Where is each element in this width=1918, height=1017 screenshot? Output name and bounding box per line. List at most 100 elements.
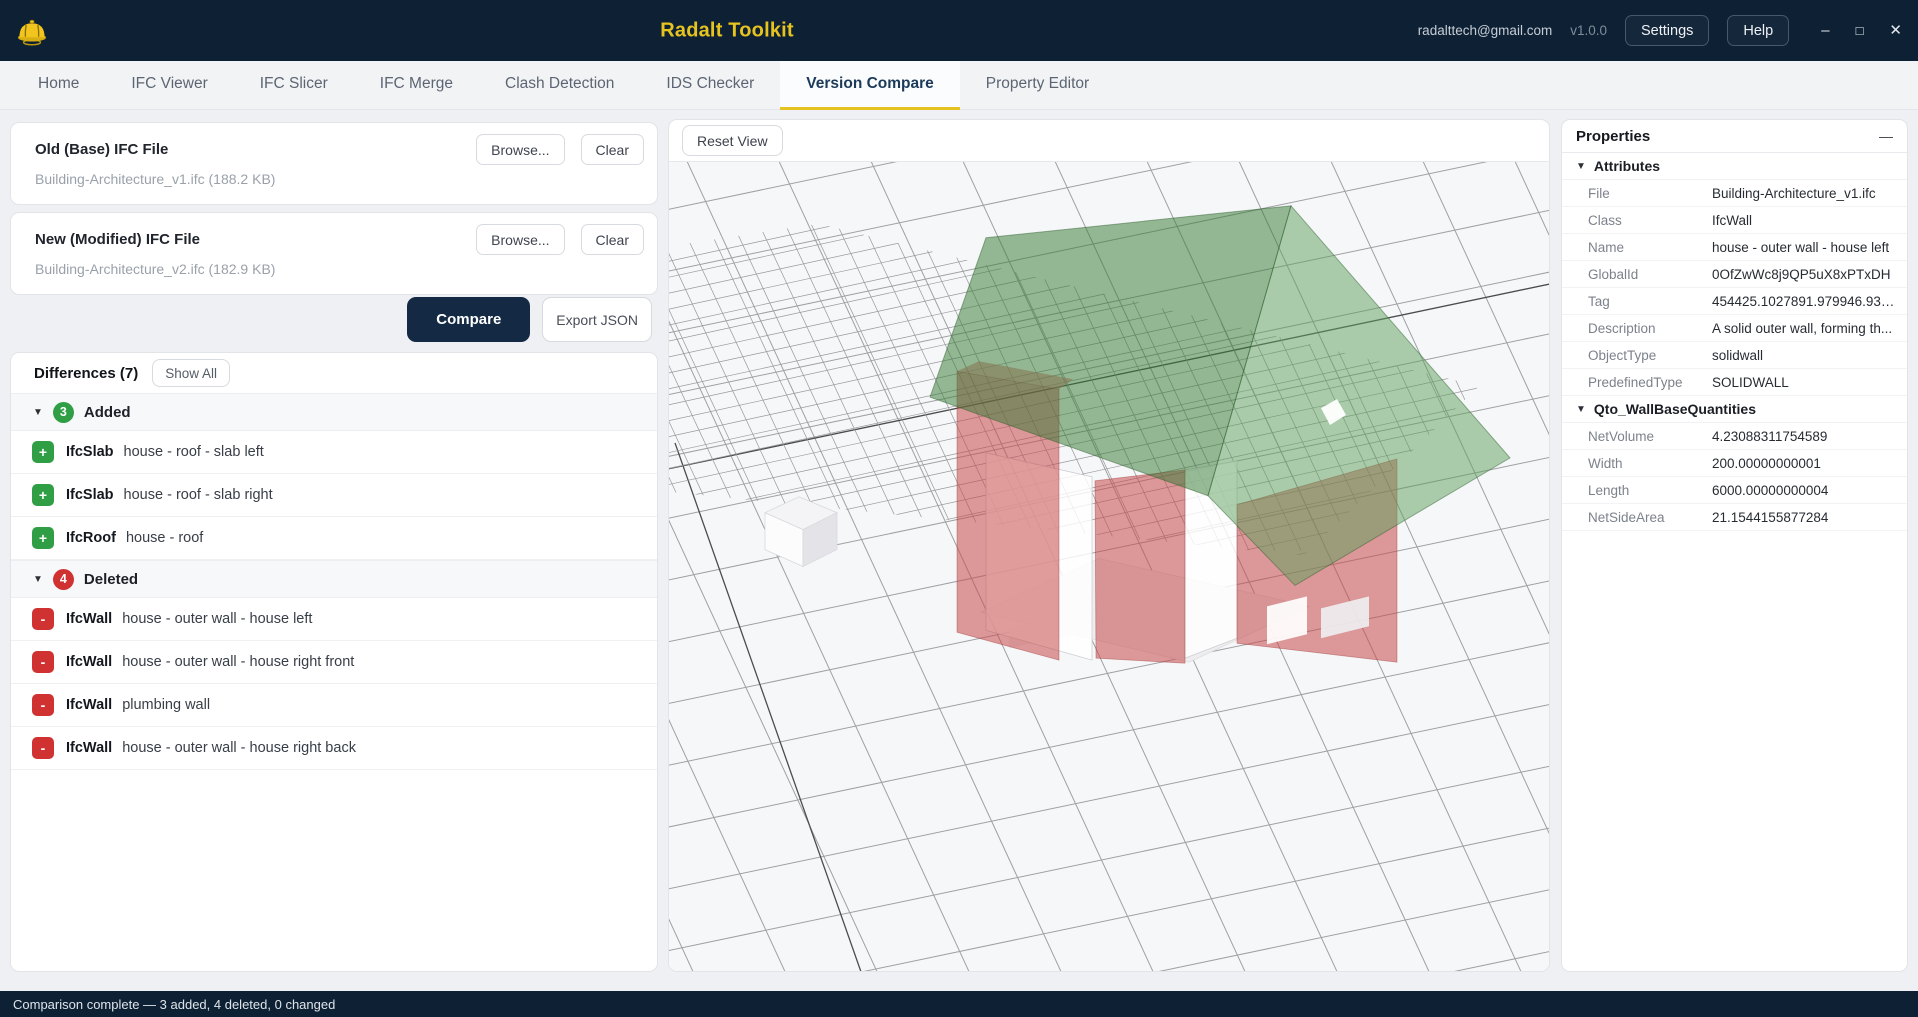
prop-value: SOLIDWALL — [1712, 375, 1907, 390]
differences-card: Differences (7) Show All ▼ 3 Added + Ifc… — [10, 352, 658, 972]
export-json-button[interactable]: Export JSON — [542, 297, 652, 342]
app-version: v1.0.0 — [1570, 23, 1607, 38]
account-email: radalttech@gmail.com — [1418, 23, 1553, 38]
prop-label: Name — [1562, 240, 1712, 255]
prop-label: NetVolume — [1562, 429, 1712, 444]
app-logo — [14, 9, 52, 53]
diff-item-class: IfcWall — [66, 611, 112, 627]
prop-value: IfcWall — [1712, 213, 1907, 228]
prop-label: Width — [1562, 456, 1712, 471]
minus-icon: - — [32, 608, 54, 630]
attributes-section-title: Attributes — [1594, 158, 1660, 174]
differences-title: Differences (7) — [34, 365, 138, 382]
reset-view-button[interactable]: Reset View — [682, 125, 783, 156]
old-clear-button[interactable]: Clear — [581, 134, 644, 165]
new-file-card: New (Modified) IFC File Building-Archite… — [10, 212, 658, 295]
prop-value: house - outer wall - house left — [1712, 240, 1907, 255]
diff-item-name: house - outer wall - house left — [122, 611, 312, 627]
deleted-group-header[interactable]: ▼ 4 Deleted — [11, 560, 657, 598]
diff-item-class: IfcRoof — [66, 530, 116, 546]
compare-actions: Compare Export JSON — [407, 297, 652, 342]
app-title: Radalt Toolkit — [660, 19, 794, 42]
diff-item-deleted-1[interactable]: - IfcWall house - outer wall - house rig… — [11, 641, 657, 684]
chevron-down-icon: ▼ — [33, 407, 43, 418]
diff-item-added-2[interactable]: + IfcRoof house - roof — [11, 517, 657, 560]
old-file-card: Old (Base) IFC File Building-Architectur… — [10, 122, 658, 205]
prop-label: PredefinedType — [1562, 375, 1712, 390]
prop-row-netvolume: NetVolume 4.23088311754589 — [1562, 423, 1907, 450]
window-maximize-icon[interactable]: □ — [1856, 24, 1864, 37]
diff-item-name: house - outer wall - house right front — [122, 654, 354, 670]
chevron-down-icon: ▼ — [1576, 404, 1586, 415]
added-group-label: Added — [84, 404, 131, 421]
app-header: Radalt Toolkit radalttech@gmail.com v1.0… — [0, 0, 1918, 61]
tab-ids-checker[interactable]: IDS Checker — [640, 61, 780, 110]
attributes-section-header[interactable]: ▼ Attributes — [1562, 153, 1907, 180]
new-browse-button[interactable]: Browse... — [476, 224, 564, 255]
prop-label: Description — [1562, 321, 1712, 336]
prop-label: GlobalId — [1562, 267, 1712, 282]
tab-home[interactable]: Home — [12, 61, 105, 110]
prop-row-description: Description A solid outer wall, forming … — [1562, 315, 1907, 342]
diff-item-name: house - outer wall - house right back — [122, 740, 356, 756]
collapse-panel-icon[interactable]: — — [1879, 128, 1893, 144]
small-cube — [765, 497, 837, 567]
window-minimize-icon[interactable]: – — [1821, 23, 1829, 38]
status-message: Comparison complete — 3 added, 4 deleted… — [13, 997, 335, 1012]
prop-value: Building-Architecture_v1.ifc — [1712, 186, 1907, 201]
prop-row-name: Name house - outer wall - house left — [1562, 234, 1907, 261]
quantities-section-header[interactable]: ▼ Qto_WallBaseQuantities — [1562, 396, 1907, 423]
diff-item-added-1[interactable]: + IfcSlab house - roof - slab right — [11, 474, 657, 517]
old-browse-button[interactable]: Browse... — [476, 134, 564, 165]
house-model — [669, 162, 1549, 971]
new-clear-button[interactable]: Clear — [581, 224, 644, 255]
quantities-section-title: Qto_WallBaseQuantities — [1594, 401, 1756, 417]
prop-value: solidwall — [1712, 348, 1907, 363]
tab-property-editor[interactable]: Property Editor — [960, 61, 1115, 110]
prop-label: File — [1562, 186, 1712, 201]
deleted-wall-mid — [1095, 470, 1185, 663]
compare-button[interactable]: Compare — [407, 297, 530, 342]
prop-row-objecttype: ObjectType solidwall — [1562, 342, 1907, 369]
settings-button[interactable]: Settings — [1625, 15, 1709, 46]
prop-label: NetSideArea — [1562, 510, 1712, 525]
chevron-down-icon: ▼ — [1576, 161, 1586, 172]
properties-title: Properties — [1576, 128, 1650, 145]
diff-item-deleted-2[interactable]: - IfcWall plumbing wall — [11, 684, 657, 727]
prop-row-file: File Building-Architecture_v1.ifc — [1562, 180, 1907, 207]
tab-ifc-slicer[interactable]: IFC Slicer — [234, 61, 354, 110]
prop-row-netsidearea: NetSideArea 21.1544155877284 — [1562, 504, 1907, 531]
prop-row-width: Width 200.00000000001 — [1562, 450, 1907, 477]
prop-value: 4.23088311754589 — [1712, 429, 1907, 444]
prop-row-globalid: GlobalId 0OfZwWc8j9QP5uX8xPTxDH — [1562, 261, 1907, 288]
hard-hat-icon — [14, 13, 50, 49]
prop-label: Class — [1562, 213, 1712, 228]
tab-ifc-merge[interactable]: IFC Merge — [354, 61, 479, 110]
diff-item-added-0[interactable]: + IfcSlab house - roof - slab left — [11, 431, 657, 474]
prop-value: 454425.1027891.979946.932... — [1712, 294, 1907, 309]
help-button[interactable]: Help — [1727, 15, 1789, 46]
plus-icon: + — [32, 484, 54, 506]
diff-item-name: house - roof — [126, 530, 203, 546]
tab-version-compare[interactable]: Version Compare — [780, 61, 960, 110]
prop-row-class: Class IfcWall — [1562, 207, 1907, 234]
prop-label: Tag — [1562, 294, 1712, 309]
3d-viewport[interactable] — [669, 161, 1549, 971]
diff-item-class: IfcWall — [66, 697, 112, 713]
show-all-button[interactable]: Show All — [152, 359, 230, 387]
tab-clash-detection[interactable]: Clash Detection — [479, 61, 640, 110]
added-group-header[interactable]: ▼ 3 Added — [11, 393, 657, 431]
diff-item-deleted-3[interactable]: - IfcWall house - outer wall - house rig… — [11, 727, 657, 770]
new-file-name: Building-Architecture_v2.ifc (182.9 KB) — [35, 261, 639, 277]
tab-ifc-viewer[interactable]: IFC Viewer — [105, 61, 233, 110]
minus-icon: - — [32, 694, 54, 716]
main-tabbar: Home IFC Viewer IFC Slicer IFC Merge Cla… — [0, 61, 1918, 110]
diff-item-name: plumbing wall — [122, 697, 210, 713]
prop-label: Length — [1562, 483, 1712, 498]
content-area: Old (Base) IFC File Building-Architectur… — [0, 110, 1918, 991]
diff-item-deleted-0[interactable]: - IfcWall house - outer wall - house lef… — [11, 598, 657, 641]
prop-value: 200.00000000001 — [1712, 456, 1907, 471]
old-file-name: Building-Architecture_v1.ifc (188.2 KB) — [35, 171, 639, 187]
status-bar: Comparison complete — 3 added, 4 deleted… — [0, 991, 1918, 1017]
window-close-icon[interactable]: ✕ — [1889, 23, 1902, 38]
